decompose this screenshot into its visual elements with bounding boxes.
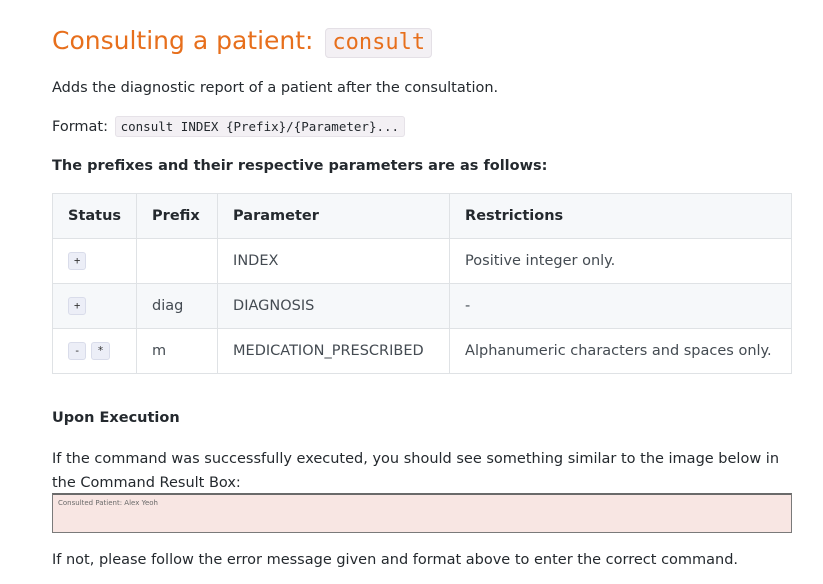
table-row: + INDEX Positive integer only. — [51, 238, 792, 284]
table-header-parameter: Parameter — [217, 193, 451, 239]
status-badge: * — [91, 342, 110, 360]
table-header-row: Status Prefix Parameter Restrictions — [51, 193, 792, 239]
section-title-code: consult — [325, 28, 433, 58]
table-cell-status: + — [51, 238, 138, 284]
table-row: + diag DIAGNOSIS - — [51, 283, 792, 329]
failure-description: If not, please follow the error message … — [52, 552, 739, 568]
table-header-restrictions: Restrictions — [449, 193, 792, 239]
format-code: consult INDEX {Prefix}/{Parameter}... — [114, 116, 406, 137]
table-cell-parameter: MEDICATION_PRESCRIBED — [217, 328, 451, 374]
table-cell-parameter: DIAGNOSIS — [217, 283, 451, 329]
table-cell-status: + — [51, 283, 138, 329]
section-title: Consulting a patient: consult — [52, 24, 433, 60]
table-cell-parameter: INDEX — [217, 238, 451, 284]
format-label: Format: — [52, 119, 108, 135]
table-cell-restrictions: - — [449, 283, 792, 329]
format-line: Format: consult INDEX {Prefix}/{Paramete… — [52, 116, 406, 137]
success-description: If the command was successfully executed… — [52, 451, 780, 491]
table-cell-restrictions: Positive integer only. — [449, 238, 792, 284]
command-result-box-image: Consulted Patient: Alex Yeoh — [52, 493, 792, 533]
table-cell-prefix — [136, 238, 219, 284]
table-header-status: Status — [51, 193, 138, 239]
status-badge: + — [68, 297, 87, 315]
parameters-table: Status Prefix Parameter Restrictions + I… — [51, 193, 792, 374]
table-header-prefix: Prefix — [136, 193, 219, 239]
table-cell-prefix: diag — [136, 283, 219, 329]
prefixes-heading: The prefixes and their respective parame… — [52, 158, 548, 174]
status-badge: - — [68, 342, 87, 360]
table-cell-restrictions: Alphanumeric characters and spaces only. — [449, 328, 792, 374]
section-title-text: Consulting a patient: — [52, 26, 322, 55]
table-row: - * m MEDICATION_PRESCRIBED Alphanumeric … — [51, 328, 792, 374]
table-cell-status: - * — [51, 328, 138, 374]
command-result-text: Consulted Patient: Alex Yeoh — [58, 499, 158, 507]
upon-execution-heading: Upon Execution — [52, 410, 180, 426]
command-description: Adds the diagnostic report of a patient … — [52, 80, 499, 96]
status-badge: + — [68, 252, 87, 270]
table-cell-prefix: m — [136, 328, 219, 374]
